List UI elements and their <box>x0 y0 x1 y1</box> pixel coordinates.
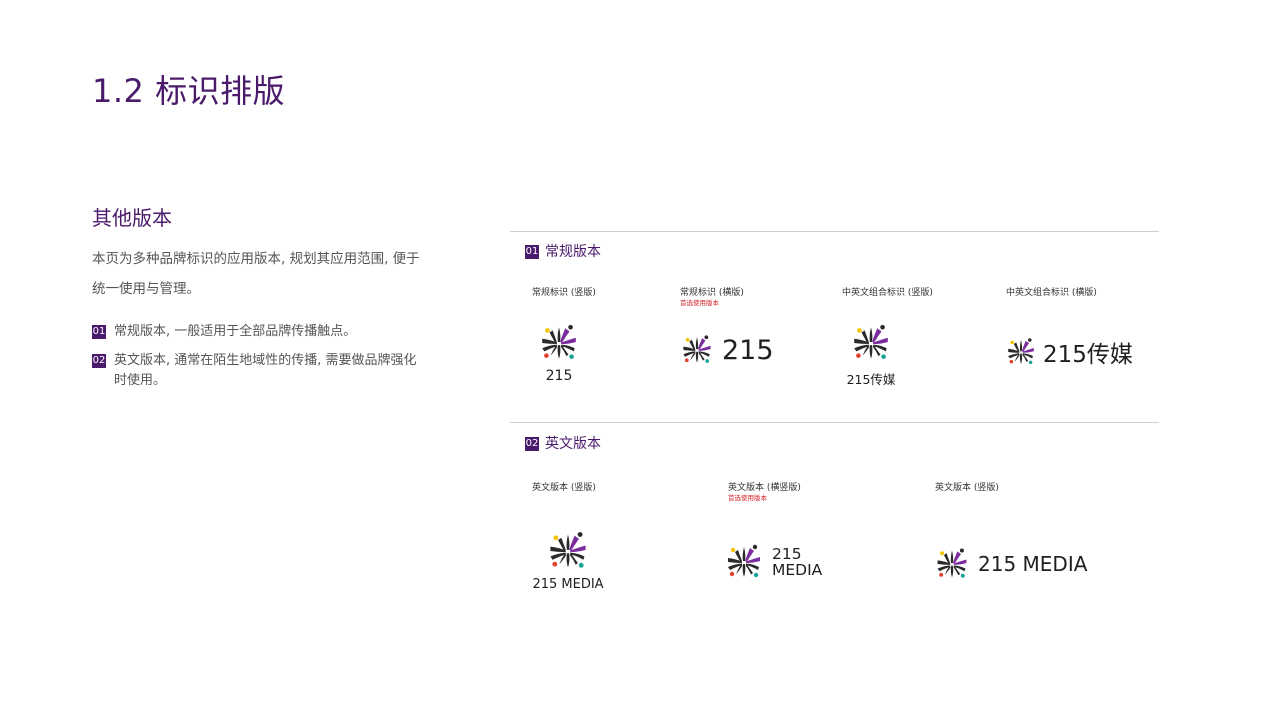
brand-mark-icon <box>546 529 590 573</box>
logo-wordmark: 215 MEDIA <box>772 544 823 579</box>
logo-wordmark: 215 <box>545 368 573 384</box>
logo-wordmark: 215 MEDIA <box>978 552 1088 576</box>
usage-point: 02 英文版本, 通常在陌生地域性的传播, 需要做品牌强化时使用。 <box>92 351 422 391</box>
brand-mark-icon <box>850 322 892 364</box>
divider <box>510 231 1159 232</box>
usage-point-text: 英文版本, 通常在陌生地域性的传播, 需要做品牌强化时使用。 <box>114 353 417 388</box>
logo-wordmark: 215 <box>722 334 774 366</box>
logo: 215 <box>536 322 582 384</box>
number-badge: 01 <box>525 245 539 259</box>
logo: 215 MEDIA <box>532 529 604 592</box>
logo: 215 MEDIA <box>724 542 822 582</box>
logo: 215 <box>680 333 774 367</box>
variant-label: 中英文组合标识 (竖版) <box>842 288 933 298</box>
logo-wordmark: 215传媒 <box>1043 342 1133 368</box>
variant-label: 英文版本 (竖版) <box>935 483 999 493</box>
brand-mark-icon <box>680 333 714 367</box>
page-title: 1.2 标识排版 <box>92 72 286 110</box>
logo-wordmark-line: 215 <box>772 544 802 563</box>
brand-mark-icon <box>724 542 764 582</box>
number-badge: 02 <box>92 354 106 368</box>
preferred-note: 首选使用版本 <box>728 494 767 502</box>
logo: 215 MEDIA <box>934 546 1087 582</box>
logo-wordmark: 215传媒 <box>846 372 896 387</box>
variant-label: 中英文组合标识 (横版) <box>1006 288 1097 298</box>
logo-wordmark: 215 MEDIA <box>532 577 604 592</box>
usage-point: 01 常规版本, 一般适用于全部品牌传播触点。 <box>92 322 422 342</box>
section-title: 其他版本 <box>92 206 172 230</box>
variant-label: 英文版本 (竖版) <box>532 483 596 493</box>
group-header-regular: 01 常规版本 <box>525 244 601 260</box>
divider <box>510 422 1159 423</box>
usage-point-text: 常规版本, 一般适用于全部品牌传播触点。 <box>114 324 357 339</box>
brand-mark-icon <box>538 322 580 364</box>
number-badge: 02 <box>525 437 539 451</box>
logo: 215传媒 <box>846 322 896 388</box>
logo-wordmark-line: MEDIA <box>772 561 823 579</box>
logo: 215传媒 <box>1005 335 1133 369</box>
intro-text: 本页为多种品牌标识的应用版本, 规划其应用范围, 便于统一使用与管理。 <box>92 251 420 297</box>
usage-points: 01 常规版本, 一般适用于全部品牌传播触点。 02 英文版本, 通常在陌生地域… <box>92 322 422 400</box>
brand-mark-icon <box>934 546 970 582</box>
group-header-english: 02 英文版本 <box>525 436 601 452</box>
variant-label: 常规标识 (竖版) <box>532 288 596 298</box>
number-badge: 01 <box>92 325 106 339</box>
brand-mark-icon <box>1005 336 1037 368</box>
preferred-note: 首选使用版本 <box>680 299 719 307</box>
